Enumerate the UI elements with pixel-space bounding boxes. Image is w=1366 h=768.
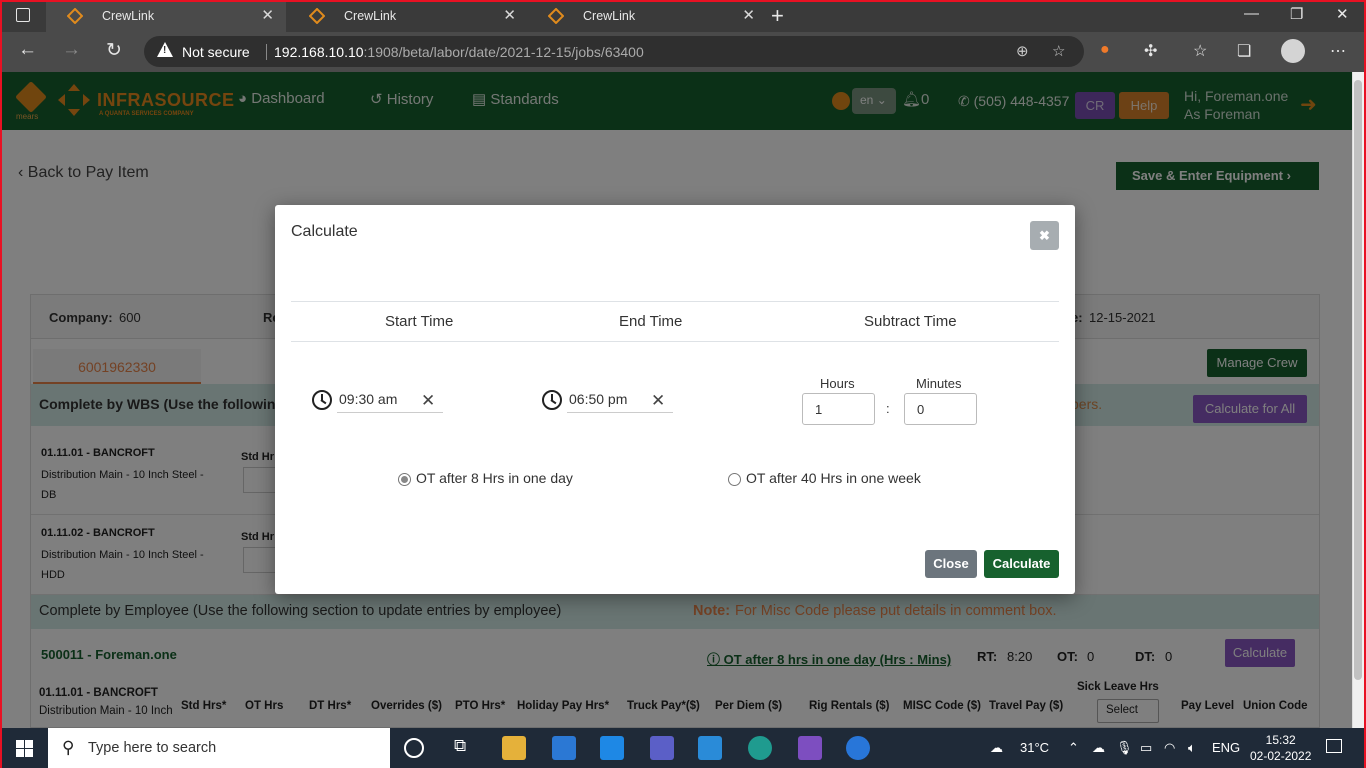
close-tab-icon[interactable]: ✕ (503, 6, 516, 24)
hours-input[interactable]: 1 (802, 393, 875, 425)
url-host: 192.168.10.10 (274, 44, 364, 60)
browser-tab[interactable]: CrewLink ✕ (527, 0, 767, 32)
back-arrow-icon[interactable]: ← (18, 39, 37, 61)
windows-taskbar: ⚲ Type here to search ⧉ ☁ 31°C ⌃ ☁ 🎙︎ ▭ … (0, 728, 1366, 768)
more-options-icon[interactable]: ⋯ (1330, 41, 1346, 61)
scrollbar-thumb[interactable] (1354, 80, 1362, 680)
calculate-modal: Calculate ✖ Start Time End Time Subtract… (275, 205, 1075, 594)
search-placeholder: Type here to search (88, 740, 217, 756)
tab-label: CrewLink (344, 9, 397, 23)
new-tab-icon[interactable]: + (771, 3, 784, 29)
subtract-time-header: Subtract Time (864, 313, 957, 330)
crewlink-favicon-icon (309, 8, 325, 24)
minutes-label: Minutes (916, 376, 962, 391)
start-time-header: Start Time (385, 313, 454, 330)
modal-title: Calculate (291, 223, 358, 240)
forward-arrow-icon[interactable]: → (62, 39, 81, 61)
windows-start-icon[interactable] (16, 740, 33, 757)
clock-time: 15:32 (1265, 733, 1296, 747)
clock-icon (542, 390, 562, 410)
browser-tab-strip: CrewLink ✕ CrewLink ✕ CrewLink ✕ + — ❐ ✕ (0, 0, 1366, 32)
visual-studio-icon[interactable] (798, 736, 822, 760)
taskbar-clock[interactable]: 15:32 02-02-2022 (1250, 732, 1311, 764)
mail-icon[interactable] (600, 736, 624, 760)
tray-chevron-icon[interactable]: ⌃ (1068, 740, 1079, 756)
add-favorite-icon[interactable]: ☆ (1052, 42, 1065, 60)
close-button[interactable]: Close (925, 550, 977, 578)
crewlink-favicon-icon (67, 8, 83, 24)
maps-icon[interactable] (846, 736, 870, 760)
task-view-icon[interactable]: ⧉ (454, 736, 478, 760)
tab-label: CrewLink (102, 9, 155, 23)
minutes-input[interactable]: 0 (904, 393, 977, 425)
address-bar[interactable]: Not secure 192.168.10.10:1908/beta/labor… (144, 36, 1084, 67)
ot-week-label[interactable]: OT after 40 Hrs in one week (746, 470, 921, 486)
modal-close-icon[interactable]: ✖ (1030, 221, 1059, 250)
end-time-header: End Time (619, 313, 683, 330)
volume-icon[interactable]: 🔈︎ (1188, 740, 1196, 756)
extension-icon[interactable]: ● (1100, 41, 1110, 59)
collections-icon[interactable]: ❏ (1237, 41, 1251, 61)
divider (291, 341, 1059, 342)
ot-week-radio[interactable] (728, 473, 741, 486)
security-label[interactable]: Not secure (182, 44, 250, 60)
zoom-icon[interactable]: ⊕ (1016, 42, 1029, 60)
taskbar-search[interactable]: ⚲ Type here to search (48, 728, 390, 768)
temperature[interactable]: 31°C (1020, 740, 1049, 755)
vscode-icon[interactable] (698, 736, 722, 760)
warning-icon (157, 42, 173, 57)
close-tab-icon[interactable]: ✕ (742, 6, 755, 24)
store-icon[interactable] (552, 736, 576, 760)
crewlink-favicon-icon (548, 8, 564, 24)
refresh-icon[interactable]: ↻ (106, 39, 122, 62)
microphone-icon[interactable]: 🎙︎ (1116, 740, 1133, 756)
restore-icon[interactable]: ❐ (1290, 5, 1303, 23)
minimize-icon[interactable]: — (1244, 5, 1259, 22)
address-bar-row: ← → ↻ Not secure 192.168.10.10:1908/beta… (0, 32, 1366, 72)
teams-icon[interactable] (650, 736, 674, 760)
browser-tab[interactable]: CrewLink ✕ (46, 0, 286, 32)
divider (266, 44, 267, 60)
language-indicator[interactable]: ENG (1212, 740, 1240, 755)
wifi-icon[interactable]: ◠ (1164, 740, 1175, 756)
clear-start-time-icon[interactable]: ✕ (421, 391, 435, 411)
weather-icon[interactable]: ☁ (990, 740, 1003, 756)
cortana-icon[interactable] (404, 738, 424, 758)
ot-day-label[interactable]: OT after 8 Hrs in one day (416, 470, 573, 486)
tab-actions-icon[interactable] (16, 8, 30, 22)
battery-icon[interactable]: ▭ (1140, 740, 1152, 756)
clock-icon (312, 390, 332, 410)
tab-label: CrewLink (583, 9, 636, 23)
extensions-icon[interactable]: ✣ (1144, 41, 1157, 61)
clear-end-time-icon[interactable]: ✕ (651, 391, 665, 411)
edge-icon[interactable] (748, 736, 772, 760)
clock-date: 02-02-2022 (1250, 749, 1312, 763)
profile-avatar[interactable] (1281, 39, 1305, 63)
onedrive-icon[interactable]: ☁ (1092, 740, 1105, 756)
browser-tab[interactable]: CrewLink ✕ (288, 0, 528, 32)
file-explorer-icon[interactable] (502, 736, 526, 760)
window-close-icon[interactable]: ✕ (1336, 5, 1349, 23)
close-tab-icon[interactable]: ✕ (261, 6, 274, 24)
ot-day-radio[interactable] (398, 473, 411, 486)
hours-label: Hours (820, 376, 855, 391)
divider (291, 301, 1059, 302)
search-icon: ⚲ (62, 738, 75, 757)
url-text[interactable]: 192.168.10.10:1908/beta/labor/date/2021-… (274, 44, 644, 60)
time-separator: : (886, 401, 890, 416)
notification-center-icon[interactable] (1326, 739, 1342, 753)
favorites-icon[interactable]: ☆ (1193, 41, 1207, 61)
calculate-button[interactable]: Calculate (984, 550, 1059, 578)
url-path: :1908/beta/labor/date/2021-12-15/jobs/63… (363, 44, 644, 60)
